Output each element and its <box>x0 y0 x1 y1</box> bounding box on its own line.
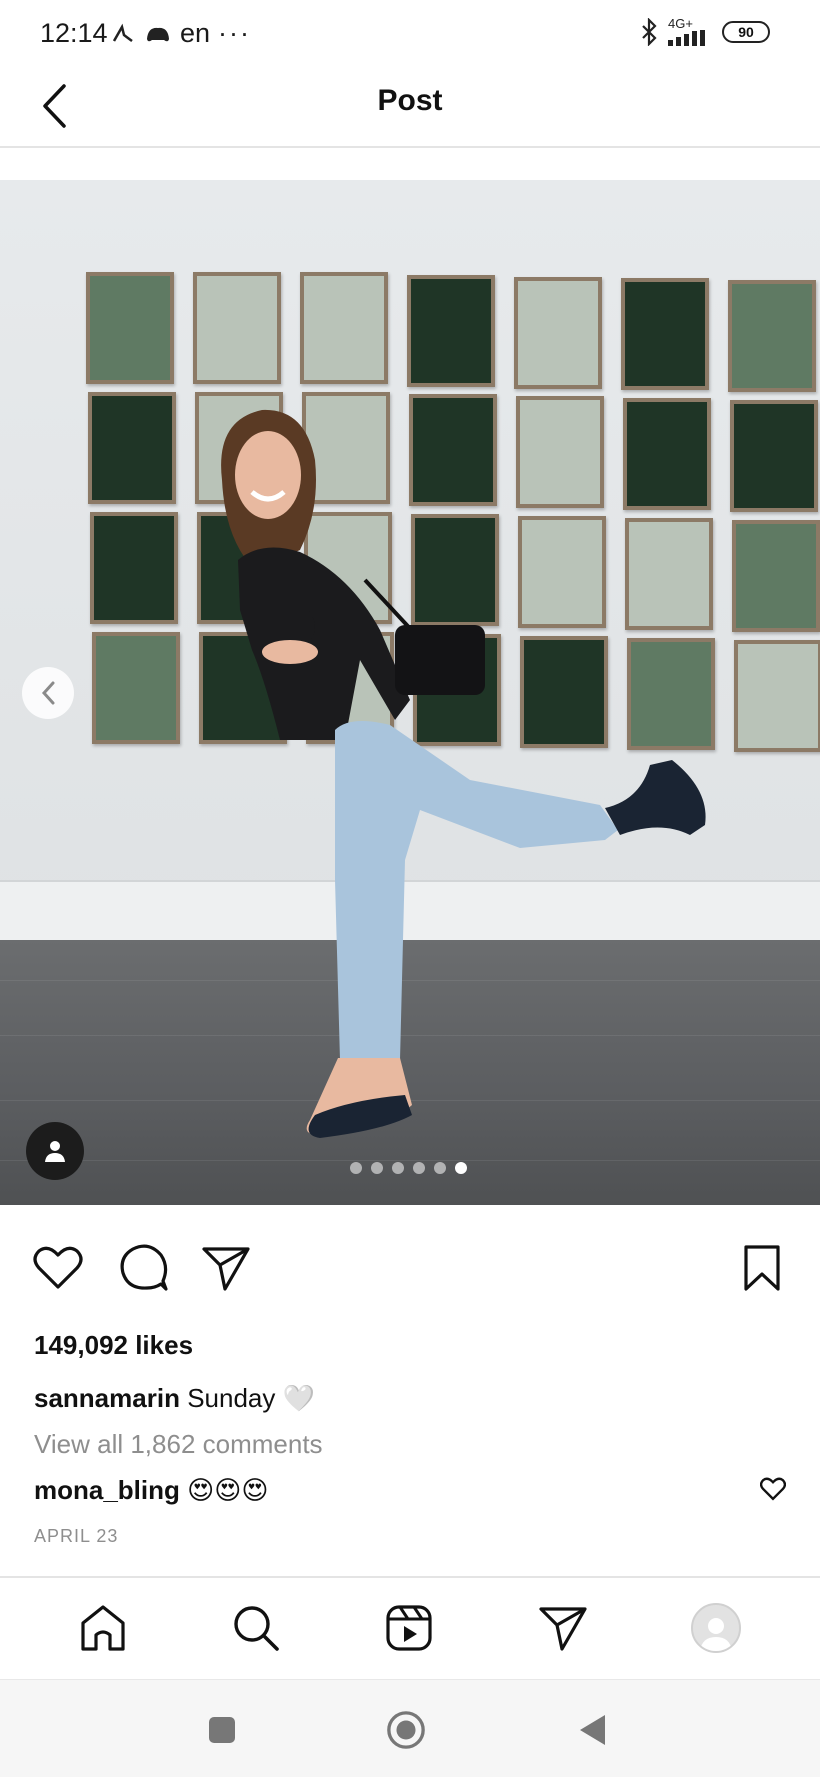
post-header: Post <box>0 66 820 148</box>
carousel-dot <box>392 1162 404 1174</box>
send-icon <box>539 1607 587 1651</box>
carousel-dot <box>434 1162 446 1174</box>
game-icon <box>147 27 169 41</box>
network-type: 4G+ <box>668 16 693 31</box>
home-system-button[interactable] <box>386 1710 426 1750</box>
comment-text: 😍😍😍 <box>187 1475 269 1505</box>
heart-icon <box>33 1246 83 1289</box>
status-bar: 12:14 en ··· 4G+ 90 <box>0 0 820 66</box>
caption-text: Sunday 🤍 <box>187 1383 315 1413</box>
likes-count[interactable]: 149,092 likes <box>34 1330 193 1361</box>
nav-messages[interactable] <box>535 1600 591 1656</box>
post-image[interactable] <box>0 180 820 1205</box>
home-icon <box>81 1605 125 1651</box>
triangle-back-icon <box>580 1715 605 1745</box>
nav-home[interactable] <box>75 1600 131 1656</box>
carousel-indicator <box>350 1162 467 1174</box>
system-nav-bar <box>0 1679 820 1777</box>
save-button[interactable] <box>734 1240 790 1296</box>
caption-username[interactable]: sannamarin <box>34 1383 180 1413</box>
reels-icon <box>386 1605 432 1651</box>
avatar <box>691 1603 741 1653</box>
status-more: ··· <box>218 18 252 48</box>
signal-icon <box>668 30 705 46</box>
bottom-nav <box>0 1576 820 1679</box>
nav-profile[interactable] <box>688 1600 744 1656</box>
person-figure <box>221 409 706 1138</box>
comment-button[interactable] <box>116 1240 172 1296</box>
circle-icon <box>387 1711 425 1749</box>
carousel-previous-button[interactable] <box>22 667 74 719</box>
user-icon <box>700 1618 732 1651</box>
status-right-icons: 4G+ 90 <box>640 16 770 46</box>
battery-level: 90 <box>738 24 754 40</box>
view-all-comments-link[interactable]: View all 1,862 comments <box>34 1429 323 1460</box>
status-time: 12:14 <box>40 18 108 48</box>
user-icon <box>45 1141 65 1162</box>
status-language: en <box>180 18 211 48</box>
bookmark-icon <box>744 1245 780 1291</box>
carousel-dot <box>350 1162 362 1174</box>
tagged-people-button[interactable] <box>26 1122 84 1180</box>
comment-preview: mona_bling 😍😍😍 <box>34 1475 774 1506</box>
chevron-left-icon <box>41 681 55 705</box>
back-system-button[interactable] <box>572 1710 612 1750</box>
heart-icon <box>759 1477 787 1501</box>
walk-icon <box>112 23 133 42</box>
search-icon <box>234 1606 279 1651</box>
carousel-dot <box>371 1162 383 1174</box>
send-icon <box>202 1247 250 1291</box>
post-date: APRIL 23 <box>34 1526 119 1546</box>
page-title: Post <box>377 84 443 117</box>
carousel-dot <box>413 1162 425 1174</box>
nav-reels[interactable] <box>381 1600 437 1656</box>
status-left-icons: en ··· <box>110 18 251 49</box>
nav-search[interactable] <box>228 1600 284 1656</box>
comment-like-button[interactable] <box>759 1477 790 1507</box>
square-icon <box>209 1717 235 1743</box>
comment-username[interactable]: mona_bling <box>34 1475 180 1505</box>
post-actions <box>0 1240 820 1300</box>
bluetooth-icon <box>642 18 657 46</box>
recent-apps-button[interactable] <box>202 1710 242 1750</box>
share-button[interactable] <box>198 1240 254 1296</box>
like-button[interactable] <box>30 1240 86 1296</box>
battery-indicator: 90 <box>722 21 770 43</box>
comment-bubble-icon <box>120 1244 168 1291</box>
post-caption: sannamarin Sunday 🤍 <box>34 1383 315 1414</box>
carousel-dot-active <box>455 1162 467 1174</box>
